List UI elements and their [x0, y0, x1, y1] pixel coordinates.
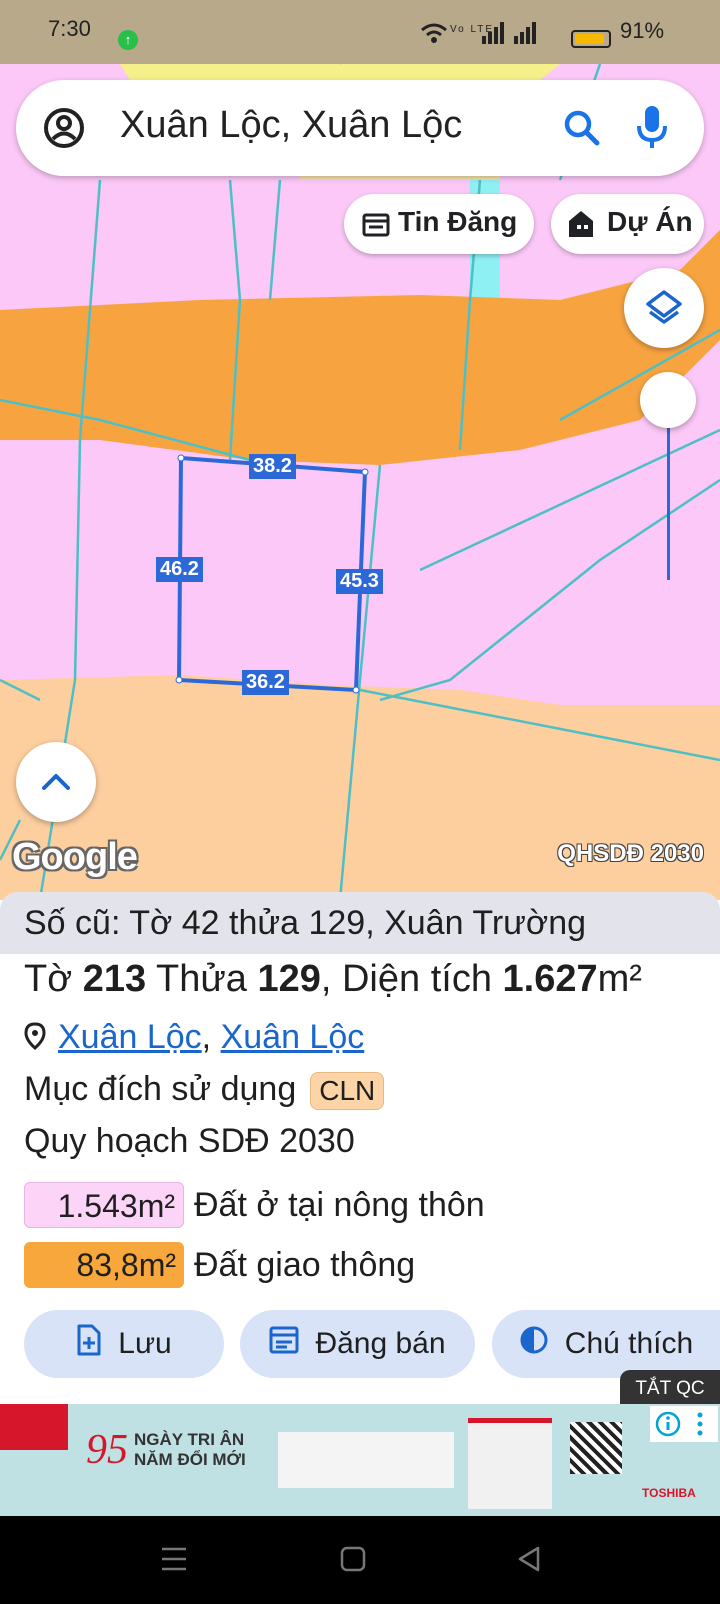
search-query[interactable]: Xuân Lộc, Xuân Lộc — [120, 104, 462, 147]
legend-button[interactable]: Chú thích — [492, 1310, 720, 1378]
layers-icon — [644, 288, 684, 333]
sheet-number: 213 — [82, 958, 147, 1000]
sheet-label: Tờ — [24, 958, 73, 1000]
ad-headline-2: NĂM ĐỔI MỚI — [134, 1450, 246, 1469]
battery-percent: 91% — [620, 18, 665, 43]
listing-icon — [269, 1326, 299, 1362]
ad-product-image — [278, 1432, 454, 1488]
save-button[interactable]: Lưu — [24, 1310, 224, 1378]
ad-banner[interactable]: 95 NGÀY TRI ÂN NĂM ĐỔI MỚI TOSHIBA — [0, 1404, 720, 1516]
layers-button[interactable] — [624, 268, 704, 348]
edge-label-top: 38.2 — [249, 454, 296, 479]
old-parcel-info: Số cũ: Tờ 42 thửa 129, Xuân Trường — [0, 892, 720, 954]
area-label: , Diện tích — [320, 958, 492, 1000]
zone-label: Đất ở tại nông thôn — [194, 1185, 485, 1224]
google-logo: Google — [12, 836, 138, 878]
lot-number: 129 — [257, 958, 321, 1000]
address-link-district[interactable]: Xuân Lộc — [221, 1018, 365, 1056]
post-sale-button[interactable]: Đăng bán — [240, 1310, 475, 1378]
map-canvas — [0, 64, 720, 900]
signal-icons: Vo LTE — [420, 18, 560, 51]
advertiser-logo — [0, 1404, 68, 1450]
ad-info-box[interactable] — [650, 1406, 718, 1442]
close-ad-button[interactable]: TẮT QC — [620, 1370, 720, 1408]
opacity-slider-handle[interactable] — [640, 372, 696, 428]
address-link-commune[interactable]: Xuân Lộc — [58, 1018, 202, 1056]
area-value: 1.627 — [502, 958, 598, 1000]
ad-brand: TOSHIBA — [642, 1486, 696, 1500]
purpose-code-badge: CLN — [310, 1072, 385, 1110]
menu-icon[interactable] — [160, 1546, 188, 1577]
home-icon[interactable] — [340, 1546, 366, 1577]
projects-chip[interactable]: Dự Án — [551, 194, 704, 254]
zone-row: 83,8m² Đất giao thông — [24, 1242, 415, 1288]
location-pin-icon — [24, 1020, 46, 1059]
old-parcel-text: Số cũ: Tờ 42 thửa 129, Xuân Trường — [24, 904, 587, 942]
search-icon[interactable] — [562, 108, 602, 153]
address-separator: , — [201, 1018, 221, 1056]
zone-area: 83,8m² — [24, 1242, 184, 1288]
listings-chip[interactable]: Tin Đăng — [344, 194, 534, 254]
legend-label: Chú thích — [564, 1327, 694, 1360]
land-use-purpose: Mục đích sử dụng CLN — [24, 1070, 385, 1110]
zone-area: 1.543m² — [24, 1182, 184, 1228]
zone-label: Đất giao thông — [194, 1245, 416, 1284]
status-bar: 7:30 ↑ Vo LTE 91% — [0, 0, 720, 64]
lot-label: Thửa — [155, 958, 247, 1000]
expand-sheet-button[interactable] — [16, 742, 96, 822]
microphone-icon[interactable] — [636, 104, 668, 155]
ad-headline-1: NGÀY TRI ÂN — [134, 1430, 245, 1449]
info-icon[interactable] — [654, 1410, 682, 1443]
purpose-label: Mục đích sử dụng — [24, 1070, 297, 1108]
edge-label-bottom: 36.2 — [242, 670, 289, 695]
listings-label: Tin Đăng — [398, 206, 518, 237]
add-file-icon — [76, 1324, 102, 1364]
projects-label: Dự Án — [607, 206, 693, 237]
building-icon — [567, 209, 597, 244]
ad-number: 95 — [86, 1427, 128, 1473]
area-unit: m² — [597, 958, 642, 1000]
edge-label-left: 46.2 — [156, 557, 203, 582]
parcel-title: Tờ 213 Thửa 129, Diện tích 1.627m² — [24, 958, 642, 1001]
ad-gift-image — [468, 1418, 552, 1509]
back-icon[interactable] — [516, 1546, 542, 1577]
chevron-up-icon — [40, 770, 72, 797]
zone-row: 1.543m² Đất ở tại nông thôn — [24, 1182, 485, 1228]
save-label: Lưu — [118, 1327, 172, 1360]
listings-icon — [362, 212, 390, 244]
parcel-address: Xuân Lộc, Xuân Lộc — [24, 1018, 364, 1059]
search-bar[interactable]: Xuân Lộc, Xuân Lộc — [16, 80, 704, 176]
post-sale-label: Đăng bán — [315, 1327, 446, 1360]
account-icon[interactable] — [42, 106, 86, 155]
contrast-icon — [519, 1325, 549, 1363]
battery-icon — [571, 30, 611, 48]
system-nav-bar — [0, 1516, 720, 1604]
map-view[interactable]: 38.2 46.2 45.3 36.2 — [0, 64, 720, 900]
notification-icon: ↑ — [118, 30, 138, 50]
more-options-icon[interactable] — [694, 1410, 706, 1443]
edge-label-right: 45.3 — [336, 569, 383, 594]
plan-title: Quy hoạch SDĐ 2030 — [24, 1122, 355, 1160]
plan-year-label: QHSDĐ 2030 — [557, 840, 704, 867]
status-time: 7:30 — [48, 16, 91, 41]
ad-qr-code — [570, 1422, 622, 1474]
lte-label: Vo LTE — [450, 24, 494, 35]
